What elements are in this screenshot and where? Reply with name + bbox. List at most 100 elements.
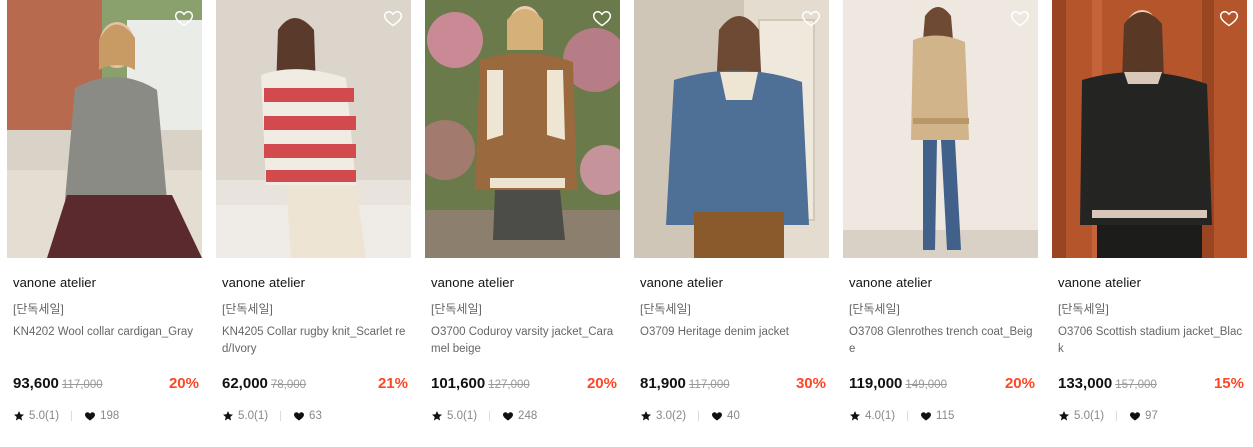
original-price: 117,000 xyxy=(688,379,730,391)
discount-rate: 20% xyxy=(586,375,617,392)
wishlist-heart-icon[interactable] xyxy=(592,8,612,28)
sale-price: 62,000 xyxy=(222,375,268,392)
discount-rate: 20% xyxy=(168,375,199,392)
discount-rate: 21% xyxy=(377,375,408,392)
star-icon xyxy=(13,410,25,422)
original-price: 127,000 xyxy=(488,379,530,391)
product-card[interactable]: vanone atelier [단독세일] O3700 Coduroy vars… xyxy=(425,0,620,447)
divider xyxy=(698,411,700,421)
discount-rate: 30% xyxy=(795,375,826,392)
product-name[interactable]: O3706 Scottish stadium jacket_Black xyxy=(1058,324,1244,358)
product-image[interactable] xyxy=(634,0,829,258)
price-row: 101,600 127,000 20% xyxy=(431,375,617,395)
original-price: 149,000 xyxy=(905,379,947,391)
like-count: 40 xyxy=(727,410,740,422)
divider xyxy=(1116,411,1118,421)
product-image[interactable] xyxy=(843,0,1038,258)
price-row: 81,900 117,000 30% xyxy=(640,375,826,395)
heart-filled-icon xyxy=(502,410,514,422)
original-price: 117,000 xyxy=(61,379,103,391)
price-row: 119,000 149,000 20% xyxy=(849,375,1035,395)
rating-value: 5.0(1) xyxy=(1074,410,1105,422)
review-meta: 5.0(1) 248 xyxy=(431,410,537,422)
star-icon xyxy=(222,410,234,422)
divider xyxy=(489,411,491,421)
original-price: 78,000 xyxy=(270,379,307,391)
brand-name[interactable]: vanone atelier xyxy=(222,275,305,290)
rating-value: 5.0(1) xyxy=(447,410,478,422)
heart-filled-icon xyxy=(1129,410,1141,422)
review-meta: 5.0(1) 198 xyxy=(13,410,119,422)
rating-value: 4.0(1) xyxy=(865,410,896,422)
original-price: 157,000 xyxy=(1115,379,1157,391)
sale-tag: [단독세일] xyxy=(849,302,900,316)
product-image[interactable] xyxy=(7,0,202,258)
sale-price: 133,000 xyxy=(1058,375,1113,392)
brand-name[interactable]: vanone atelier xyxy=(1058,275,1141,290)
price-row: 93,600 117,000 20% xyxy=(13,375,199,395)
product-name[interactable]: O3709 Heritage denim jacket xyxy=(640,324,826,341)
heart-filled-icon xyxy=(293,410,305,422)
sale-tag: [단독세일] xyxy=(222,302,273,316)
product-card[interactable]: vanone atelier [단독세일] O3706 Scottish sta… xyxy=(1052,0,1247,447)
sale-tag: [단독세일] xyxy=(13,302,64,316)
model-black-stadium-jacket-photo xyxy=(1052,0,1247,258)
heart-filled-icon xyxy=(84,410,96,422)
product-image[interactable] xyxy=(425,0,620,258)
brand-name[interactable]: vanone atelier xyxy=(13,275,96,290)
product-card[interactable]: vanone atelier [단독세일] O3709 Heritage den… xyxy=(634,0,829,447)
like-count: 63 xyxy=(309,410,322,422)
star-icon xyxy=(640,410,652,422)
discount-rate: 20% xyxy=(1004,375,1035,392)
model-striped-rugby-knit-photo xyxy=(216,0,411,258)
sale-price: 119,000 xyxy=(849,375,903,392)
price-row: 133,000 157,000 15% xyxy=(1058,375,1244,395)
wishlist-heart-icon[interactable] xyxy=(1010,8,1030,28)
sale-price: 93,600 xyxy=(13,375,59,392)
star-icon xyxy=(1058,410,1070,422)
brand-name[interactable]: vanone atelier xyxy=(849,275,932,290)
rating-value: 3.0(2) xyxy=(656,410,687,422)
product-image[interactable] xyxy=(1052,0,1247,258)
price-row: 62,000 78,000 21% xyxy=(222,375,408,395)
like-count: 115 xyxy=(936,410,955,422)
product-name[interactable]: KN4205 Collar rugby knit_Scarlet red/Ivo… xyxy=(222,324,408,358)
wishlist-heart-icon[interactable] xyxy=(1219,8,1239,28)
brand-name[interactable]: vanone atelier xyxy=(431,275,514,290)
product-card[interactable]: vanone atelier [단독세일] O3708 Glenrothes t… xyxy=(843,0,1038,447)
review-meta: 5.0(1) 97 xyxy=(1058,410,1158,422)
wishlist-heart-icon[interactable] xyxy=(383,8,403,28)
divider xyxy=(71,411,73,421)
heart-filled-icon xyxy=(920,410,932,422)
review-meta: 5.0(1) 63 xyxy=(222,410,322,422)
review-meta: 4.0(1) 115 xyxy=(849,410,954,422)
divider xyxy=(280,411,282,421)
sale-price: 81,900 xyxy=(640,375,686,392)
model-caramel-varsity-jacket-photo xyxy=(425,0,620,258)
sale-tag: [단독세일] xyxy=(431,302,482,316)
product-name[interactable]: O3700 Coduroy varsity jacket_Caramel bei… xyxy=(431,324,617,358)
rating-value: 5.0(1) xyxy=(238,410,269,422)
rating-value: 5.0(1) xyxy=(29,410,60,422)
heart-filled-icon xyxy=(711,410,723,422)
like-count: 97 xyxy=(1145,410,1158,422)
model-gray-cardigan-photo xyxy=(7,0,202,258)
discount-rate: 15% xyxy=(1213,375,1244,392)
wishlist-heart-icon[interactable] xyxy=(174,8,194,28)
like-count: 248 xyxy=(518,410,538,422)
product-card[interactable]: vanone atelier [단독세일] KN4205 Collar rugb… xyxy=(216,0,411,447)
review-meta: 3.0(2) 40 xyxy=(640,410,740,422)
sale-price: 101,600 xyxy=(431,375,486,392)
brand-name[interactable]: vanone atelier xyxy=(640,275,723,290)
product-card[interactable]: vanone atelier [단독세일] KN4202 Wool collar… xyxy=(7,0,202,447)
divider xyxy=(907,411,909,421)
sale-tag: [단독세일] xyxy=(1058,302,1109,316)
wishlist-heart-icon[interactable] xyxy=(801,8,821,28)
product-name[interactable]: O3708 Glenrothes trench coat_Beige xyxy=(849,324,1035,358)
product-grid: vanone atelier [단독세일] KN4202 Wool collar… xyxy=(0,0,1253,447)
model-denim-jacket-photo xyxy=(634,0,829,258)
star-icon xyxy=(849,410,861,422)
product-name[interactable]: KN4202 Wool collar cardigan_Gray xyxy=(13,324,199,341)
star-icon xyxy=(431,410,443,422)
product-image[interactable] xyxy=(216,0,411,258)
